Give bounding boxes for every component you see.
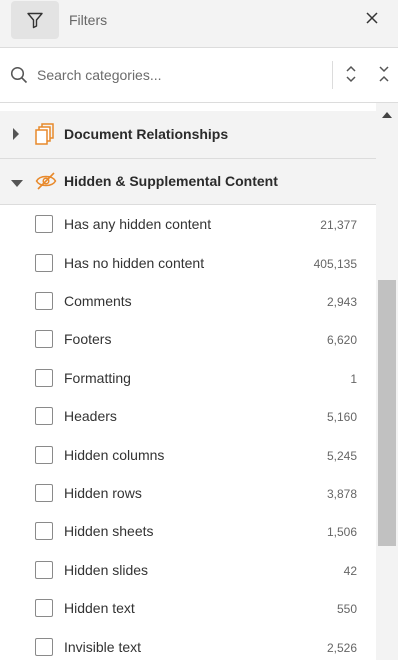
filter-item[interactable]: Hidden text 550 (0, 590, 376, 628)
checkbox[interactable] (35, 446, 53, 464)
filter-item[interactable]: Footers 6,620 (0, 321, 376, 359)
item-count: 2,526 (326, 641, 357, 655)
close-button[interactable] (362, 8, 382, 28)
filter-item[interactable]: Hidden slides 42 (0, 552, 376, 590)
checkbox[interactable] (35, 369, 53, 387)
chevron-down-icon (11, 180, 23, 187)
item-label: Formatting (64, 370, 131, 386)
item-count: 550 (336, 602, 357, 616)
search-bar (0, 48, 398, 103)
filter-item[interactable]: Invisible text 2,526 (0, 629, 376, 660)
filter-item[interactable]: Hidden columns 5,245 (0, 437, 376, 475)
scroll-up-arrow-icon[interactable] (382, 112, 392, 118)
item-label: Hidden columns (64, 447, 165, 463)
item-count: 3,878 (326, 487, 357, 501)
header-title: Filters (69, 12, 108, 28)
filter-icon (27, 12, 43, 29)
item-count: 5,160 (326, 410, 357, 424)
item-count: 1 (350, 372, 357, 386)
scrollbar[interactable] (376, 103, 398, 660)
checkbox[interactable] (35, 561, 53, 579)
item-label: Footers (64, 331, 112, 347)
item-label: Hidden text (64, 600, 135, 616)
filters-header: Filters (0, 0, 398, 48)
collapse-all-icon (379, 66, 389, 82)
checkbox[interactable] (35, 254, 53, 272)
filter-item[interactable]: Formatting 1 (0, 360, 376, 398)
item-label: Has no hidden content (64, 255, 205, 271)
item-count: 1,506 (326, 525, 357, 539)
category-label: Hidden & Supplemental Content (64, 173, 278, 189)
chevron-right-icon (13, 128, 19, 140)
filter-item[interactable]: Hidden rows 3,878 (0, 475, 376, 513)
search-icon (10, 66, 28, 84)
item-count: 6,620 (326, 333, 357, 347)
item-count: 42 (343, 564, 357, 578)
expand-all-icon (346, 65, 356, 83)
filter-item[interactable]: Hidden sheets 1,506 (0, 513, 376, 551)
checkbox[interactable] (35, 484, 53, 502)
item-count: 5,245 (326, 449, 357, 463)
item-count: 21,377 (320, 218, 357, 232)
eye-slash-icon (35, 172, 57, 190)
collapse-all-button[interactable] (374, 63, 394, 85)
checkbox[interactable] (35, 638, 53, 656)
item-count: 2,943 (326, 295, 357, 309)
checkbox[interactable] (35, 522, 53, 540)
item-label: Comments (64, 293, 132, 309)
checkbox[interactable] (35, 599, 53, 617)
item-label: Hidden slides (64, 562, 149, 578)
filter-item[interactable]: Has any hidden content 21,377 (0, 206, 376, 244)
item-label: Hidden rows (64, 485, 142, 501)
filter-item[interactable]: Has no hidden content 405,135 (0, 245, 376, 283)
checkbox[interactable] (35, 407, 53, 425)
filter-toggle-button[interactable] (11, 1, 59, 39)
scrollbar-thumb[interactable] (378, 280, 396, 546)
item-label: Invisible text (64, 639, 142, 655)
documents-icon (35, 123, 54, 145)
toolbar-divider (332, 61, 333, 89)
item-count: 405,135 (313, 257, 357, 271)
item-label: Headers (64, 408, 117, 424)
item-label: Hidden sheets (64, 523, 154, 539)
filter-item[interactable]: Headers 5,160 (0, 398, 376, 436)
filter-item[interactable]: Comments 2,943 (0, 283, 376, 321)
category-list: Document Relationships Hidden & Suppleme… (0, 103, 376, 660)
checkbox[interactable] (35, 330, 53, 348)
checkbox[interactable] (35, 215, 53, 233)
category-label: Document Relationships (64, 126, 229, 142)
close-icon (366, 12, 378, 24)
search-input[interactable] (37, 62, 317, 88)
item-label: Has any hidden content (64, 216, 212, 232)
checkbox[interactable] (35, 292, 53, 310)
category-document-relationships[interactable]: Document Relationships (0, 111, 376, 159)
expand-all-button[interactable] (341, 63, 361, 85)
category-hidden-supplemental[interactable]: Hidden & Supplemental Content (0, 159, 376, 205)
